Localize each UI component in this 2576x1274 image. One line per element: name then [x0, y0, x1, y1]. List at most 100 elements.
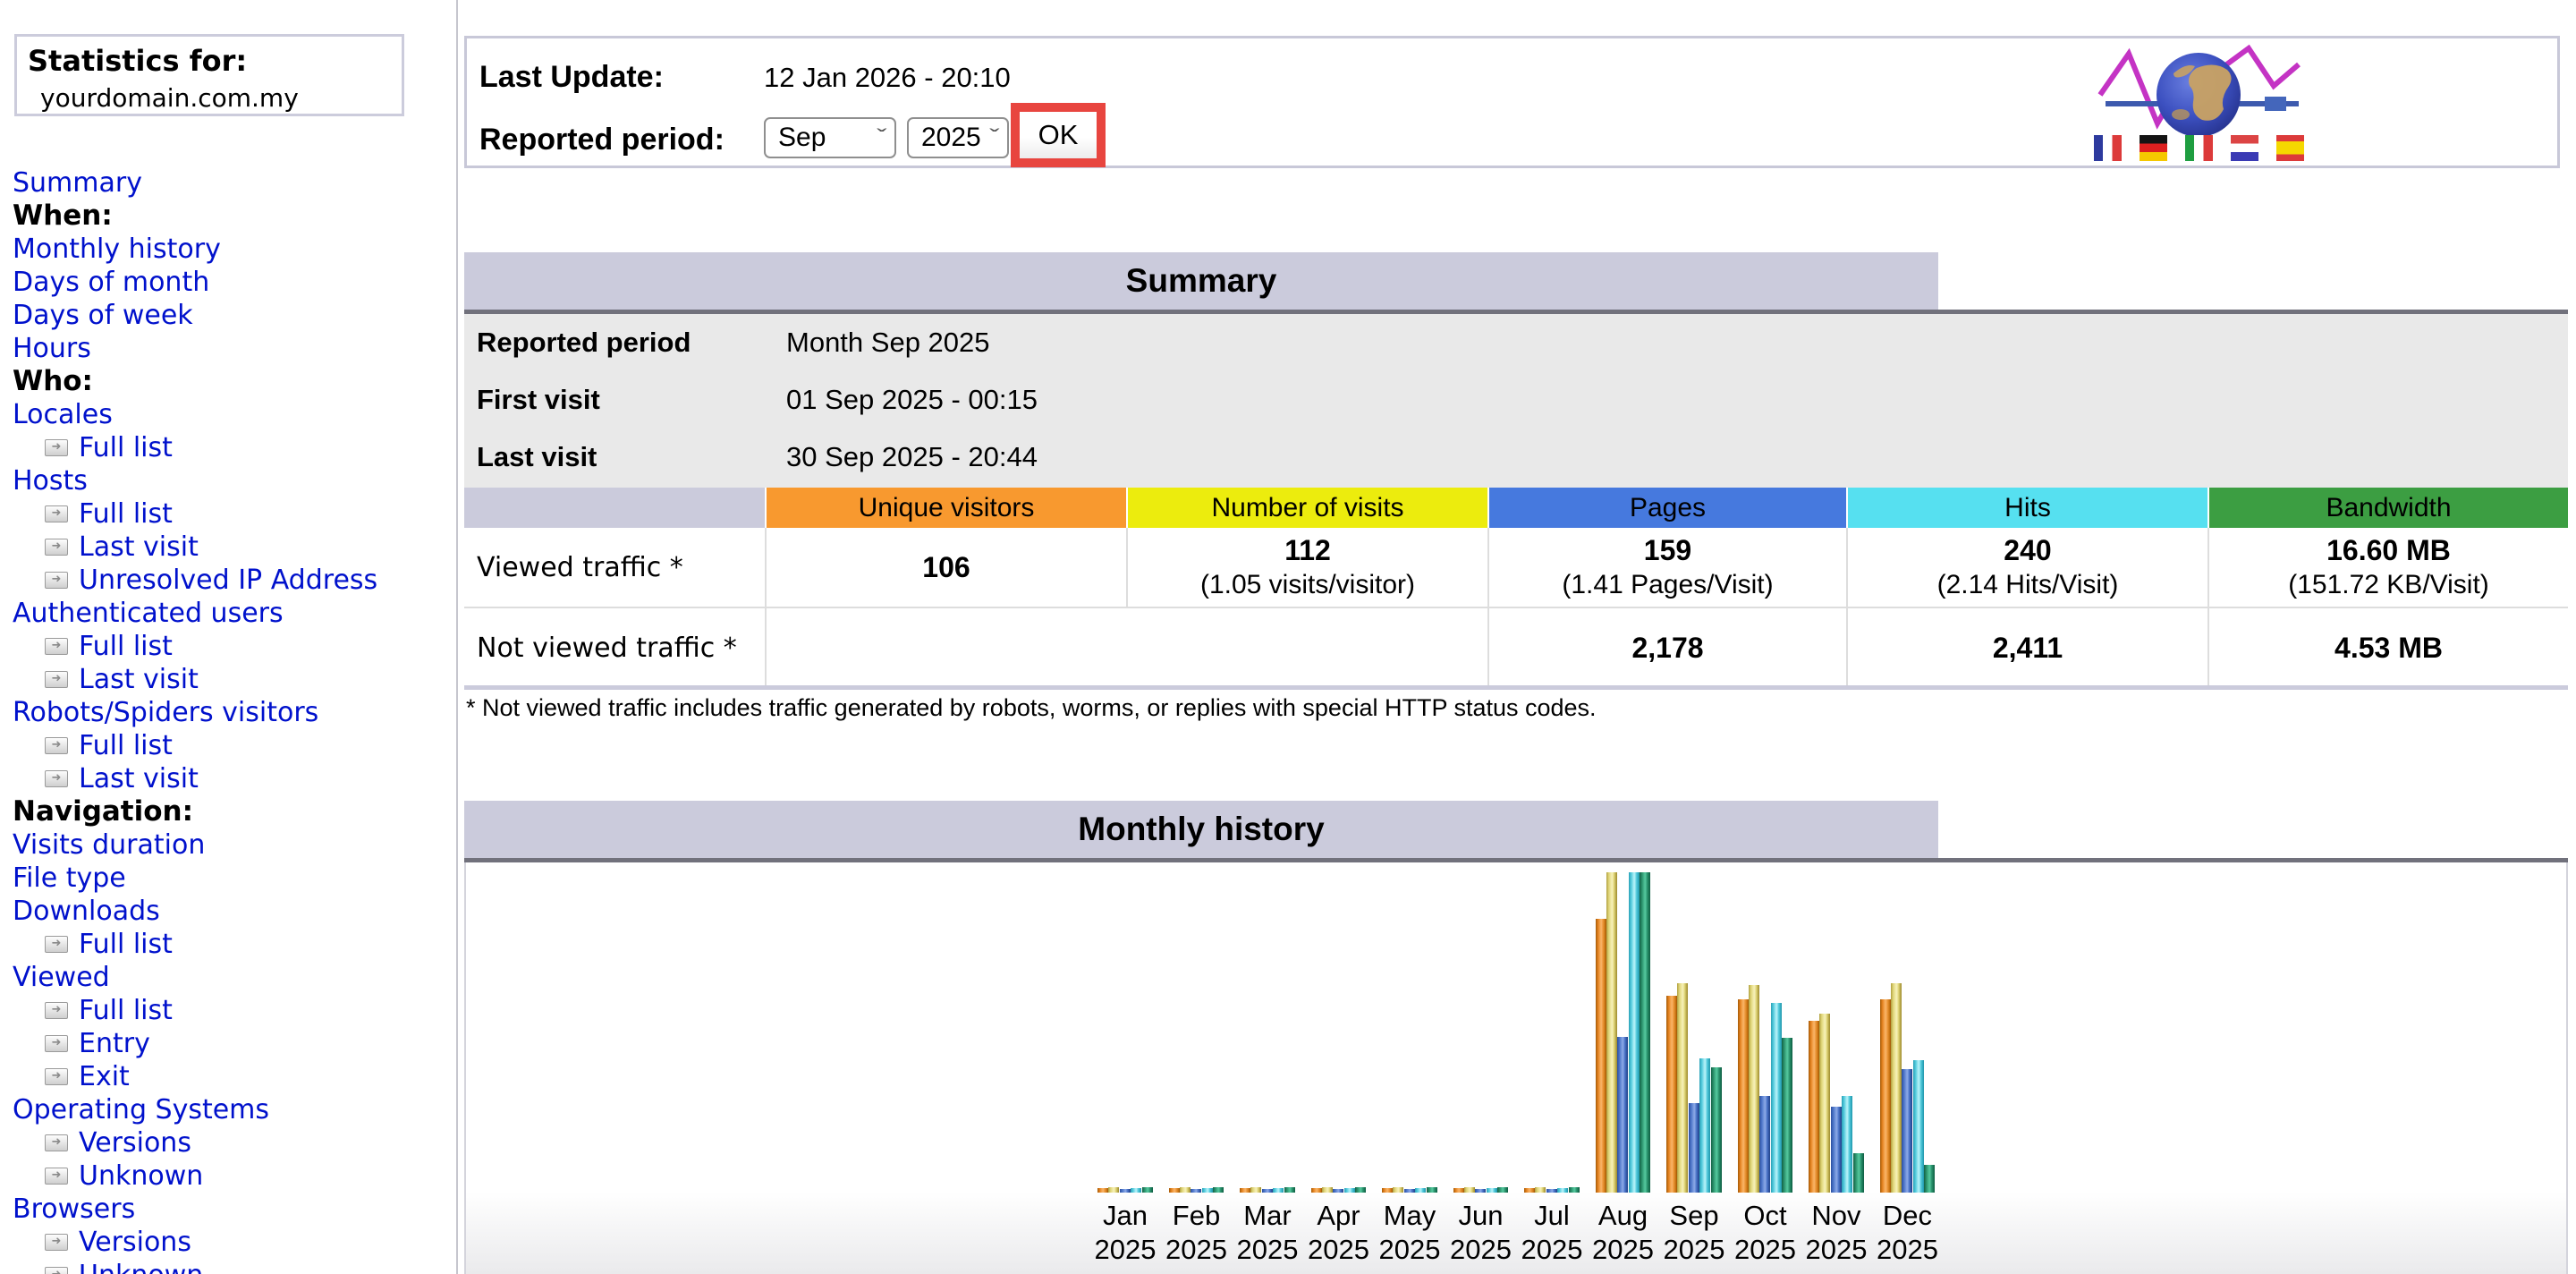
- sidebar-link-label[interactable]: Full list: [79, 630, 173, 663]
- year-label: 2025: [1805, 1234, 1868, 1265]
- sub-item-window-icon: ➜: [45, 770, 68, 787]
- sidebar-link-label[interactable]: Last visit: [79, 531, 199, 564]
- bar-pages-dec: [1902, 1069, 1913, 1193]
- flag-germany[interactable]: [2140, 135, 2167, 161]
- sidebar-link-label[interactable]: Unknown: [79, 1259, 203, 1274]
- column-header-hits: Hits: [1846, 488, 2207, 528]
- sidebar-link-label[interactable]: Last visit: [79, 762, 199, 795]
- sidebar-link-label[interactable]: Unresolved IP Address: [79, 564, 377, 597]
- sidebar-link-robots-spiders-visitors: Robots/Spiders visitors: [13, 696, 454, 729]
- sidebar-link-label[interactable]: Days of month: [13, 266, 209, 299]
- flag-spain[interactable]: [2276, 135, 2304, 161]
- year-label: 2025: [1734, 1234, 1796, 1265]
- bar-unique-visitors-jun: [1453, 1188, 1464, 1193]
- value-sub: (1.05 visits/visitor): [1199, 570, 1416, 599]
- bar-number-of-visits-dec: [1890, 983, 1902, 1193]
- sidebar-link-label[interactable]: Versions: [79, 1226, 191, 1259]
- summary-first-visit-row: First visit 01 Sep 2025 - 00:15: [464, 371, 2568, 429]
- sidebar-link-operating-systems: Operating Systems: [13, 1093, 454, 1126]
- sidebar-link-label[interactable]: Full list: [79, 497, 173, 531]
- statistics-domain: yourdomain.com.my: [40, 83, 299, 113]
- sidebar-link-label[interactable]: Last visit: [79, 663, 199, 696]
- year-select[interactable]: 2025 ˇ: [907, 117, 1009, 158]
- sidebar-link-label[interactable]: Entry: [79, 1027, 150, 1060]
- sidebar-link-entry: ➜ Entry: [13, 1027, 454, 1060]
- sidebar-link-label[interactable]: Hours: [13, 332, 91, 365]
- sidebar-link-label[interactable]: Unknown: [79, 1159, 203, 1193]
- summary-table-bottom-border: [464, 685, 2568, 690]
- sidebar-link-label[interactable]: Days of week: [13, 299, 193, 332]
- month-label: Apr: [1317, 1200, 1360, 1231]
- flag-france[interactable]: [2094, 135, 2122, 161]
- column-header-pages: Pages: [1487, 488, 1846, 528]
- sidebar-link-label[interactable]: Authenticated users: [13, 597, 284, 630]
- bar-pages-mar: [1261, 1189, 1273, 1193]
- sidebar-link-days-of-month: Days of month: [13, 266, 454, 299]
- last-update-label: Last Update:: [479, 60, 664, 94]
- bar-bandwidth-jul: [1568, 1187, 1580, 1193]
- bar-bandwidth-nov: [1852, 1153, 1864, 1193]
- sidebar-link-label[interactable]: Operating Systems: [13, 1093, 269, 1126]
- summary-section-title: Summary: [464, 252, 1938, 310]
- sub-item-window-icon: ➜: [45, 1035, 68, 1052]
- ok-button[interactable]: OK: [1020, 112, 1097, 158]
- bar-unique-visitors-dec: [1879, 999, 1891, 1193]
- year-label: 2025: [1165, 1234, 1227, 1265]
- bar-unique-visitors-nov: [1809, 1021, 1819, 1193]
- sidebar-link-visits-duration: Visits duration: [13, 828, 454, 862]
- sidebar-link-label[interactable]: Full list: [79, 729, 173, 762]
- bar-hits-feb: [1201, 1188, 1213, 1193]
- bar-number-of-visits-oct: [1748, 985, 1759, 1193]
- sidebar-link-label[interactable]: Summary: [13, 166, 142, 200]
- flag-italy[interactable]: [2185, 135, 2213, 161]
- sidebar-link-last-visit: ➜ Last visit: [13, 663, 454, 696]
- sidebar-link-label[interactable]: Downloads: [13, 895, 160, 928]
- bar-hits-nov: [1842, 1096, 1853, 1193]
- sidebar-link-exit: ➜ Exit: [13, 1060, 454, 1093]
- year-label: 2025: [1378, 1234, 1441, 1265]
- not-viewed-traffic-label: Not viewed traffic *: [477, 632, 737, 664]
- bar-unique-visitors-jul: [1524, 1188, 1535, 1193]
- month-label: Jun: [1458, 1200, 1504, 1231]
- sub-item-window-icon: ➜: [45, 1068, 68, 1085]
- sidebar-link-label[interactable]: Monthly history: [13, 233, 221, 266]
- month-select[interactable]: Sep ˇ: [764, 117, 896, 158]
- sidebar-link-summary: Summary: [13, 166, 454, 200]
- bar-bandwidth-aug: [1640, 872, 1651, 1193]
- bar-hits-dec: [1912, 1060, 1924, 1193]
- sub-item-window-icon: ➜: [45, 936, 68, 953]
- sidebar-link-label[interactable]: Full list: [79, 994, 173, 1027]
- bar-number-of-visits-may: [1393, 1187, 1404, 1193]
- sub-item-window-icon: ➜: [45, 1002, 68, 1019]
- sidebar-link-label[interactable]: Versions: [79, 1126, 191, 1159]
- sidebar-link-full-list: ➜ Full list: [13, 729, 454, 762]
- not-viewed-traffic-value: 4.53 MB: [2207, 608, 2568, 687]
- statistics-for-box: Statistics for: yourdomain.com.my: [14, 34, 404, 116]
- sidebar-link-label[interactable]: Robots/Spiders visitors: [13, 696, 318, 729]
- sidebar-link-browsers: Browsers: [13, 1193, 454, 1226]
- bar-hits-oct: [1770, 1003, 1782, 1193]
- bar-unique-visitors-mar: [1240, 1188, 1250, 1193]
- sub-item-window-icon: ➜: [45, 737, 68, 754]
- sidebar-link-label[interactable]: Visits duration: [13, 828, 205, 862]
- bar-number-of-visits-jul: [1535, 1187, 1546, 1193]
- month-label: Nov: [1811, 1200, 1861, 1231]
- sidebar-link-label[interactable]: Exit: [79, 1060, 130, 1093]
- bar-unique-visitors-sep: [1666, 996, 1677, 1193]
- sub-item-window-icon: ➜: [45, 1267, 68, 1274]
- viewed-traffic-value: 16.60 MB (151.72 KB/Visit): [2207, 528, 2568, 607]
- sidebar-link-viewed: Viewed: [13, 961, 454, 994]
- sidebar-link-label[interactable]: Locales: [13, 398, 113, 431]
- sidebar-link-hours: Hours: [13, 332, 454, 365]
- flag-netherlands[interactable]: [2231, 135, 2258, 161]
- sidebar-link-label[interactable]: File type: [13, 862, 126, 895]
- sidebar-link-label[interactable]: Browsers: [13, 1193, 135, 1226]
- sidebar-link-label[interactable]: Full list: [79, 431, 173, 464]
- month-label: Jul: [1534, 1200, 1570, 1231]
- sidebar-link-label[interactable]: Full list: [79, 928, 173, 961]
- bar-unique-visitors-may: [1382, 1188, 1393, 1193]
- ok-button-highlight-annotation: OK: [1011, 103, 1106, 167]
- sidebar-link-label[interactable]: Hosts: [13, 464, 88, 497]
- month-label: Dec: [1882, 1200, 1933, 1231]
- sidebar-link-label[interactable]: Viewed: [13, 961, 110, 994]
